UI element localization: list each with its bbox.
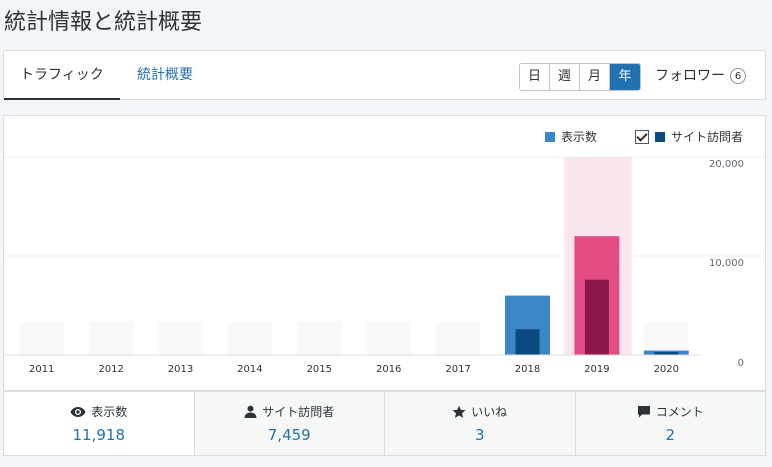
period-selector: 日 週 月 年	[519, 63, 641, 91]
empty-column-placeholder	[436, 322, 481, 355]
period-year-button[interactable]: 年	[610, 64, 640, 90]
period-day-button[interactable]: 日	[520, 64, 550, 90]
stat-value-likes: 3	[474, 426, 485, 444]
empty-column-placeholder	[297, 322, 342, 355]
eye-icon	[70, 406, 86, 418]
stat-label-visitors: サイト訪問者	[262, 405, 335, 419]
period-week-button[interactable]: 週	[550, 64, 580, 90]
x-tick-label: 2013	[168, 364, 193, 375]
empty-column-placeholder	[19, 322, 64, 355]
chart-card: 表示数 サイト訪問者 0 10,000 20,000 2011 2012 2013 2014…	[3, 115, 766, 391]
y-tick-label: 10,000	[709, 258, 744, 269]
x-tick-label: 2012	[98, 364, 123, 375]
section-nav: トラフィック 統計概要 日 週 月 年 フォロワー 6	[3, 50, 766, 100]
x-tick-label: 2018	[515, 364, 540, 375]
stat-tab-visitors[interactable]: サイト訪問者 7,459	[195, 392, 385, 455]
empty-column-placeholder	[89, 322, 134, 355]
stat-value-views: 11,918	[72, 426, 126, 444]
y-tick-label: 0	[738, 358, 744, 369]
traffic-chart: 0 10,000 20,000 2011 2012 2013 2014 2015 2016 201…	[4, 156, 765, 375]
stat-label-comments: コメント	[655, 405, 704, 419]
person-icon	[244, 405, 257, 418]
followers-link[interactable]: フォロワー 6	[655, 63, 746, 89]
x-tick-label: 2017	[445, 364, 470, 375]
comment-icon	[637, 405, 651, 419]
x-tick-label: 2020	[654, 364, 679, 375]
stat-label-views: 表示数	[91, 405, 128, 419]
tab-traffic[interactable]: トラフィック	[4, 51, 120, 100]
followers-label: フォロワー	[655, 68, 725, 84]
tab-insights[interactable]: 統計概要	[121, 51, 217, 100]
stat-label-likes: いいね	[471, 405, 508, 419]
page-title: 統計情報と統計概要	[4, 10, 203, 35]
stat-tab-comments[interactable]: コメント 2	[576, 392, 766, 455]
empty-column-placeholder	[644, 322, 689, 355]
stat-value-visitors: 7,459	[267, 426, 311, 444]
empty-column-placeholder	[366, 322, 411, 355]
stat-tab-likes[interactable]: いいね 3	[385, 392, 576, 455]
x-tick-label: 2015	[307, 364, 332, 375]
bar-visitors	[515, 329, 540, 355]
stats-summary: 表示数 11,918 サイト訪問者 7,459 いいね 3 コメント 2	[3, 391, 766, 456]
empty-column-placeholder	[158, 322, 203, 355]
x-tick-label: 2016	[376, 364, 401, 375]
star-icon	[452, 405, 466, 419]
stat-value-comments: 2	[665, 426, 676, 444]
period-month-button[interactable]: 月	[580, 64, 610, 90]
bar-visitors	[584, 279, 609, 355]
x-tick-label: 2014	[237, 364, 262, 375]
x-tick-label: 2019	[584, 364, 609, 375]
y-tick-label: 20,000	[709, 159, 744, 170]
followers-count-badge: 6	[730, 68, 746, 84]
stat-tab-views[interactable]: 表示数 11,918	[4, 392, 195, 455]
empty-column-placeholder	[227, 322, 272, 355]
x-tick-label: 2011	[29, 364, 54, 375]
